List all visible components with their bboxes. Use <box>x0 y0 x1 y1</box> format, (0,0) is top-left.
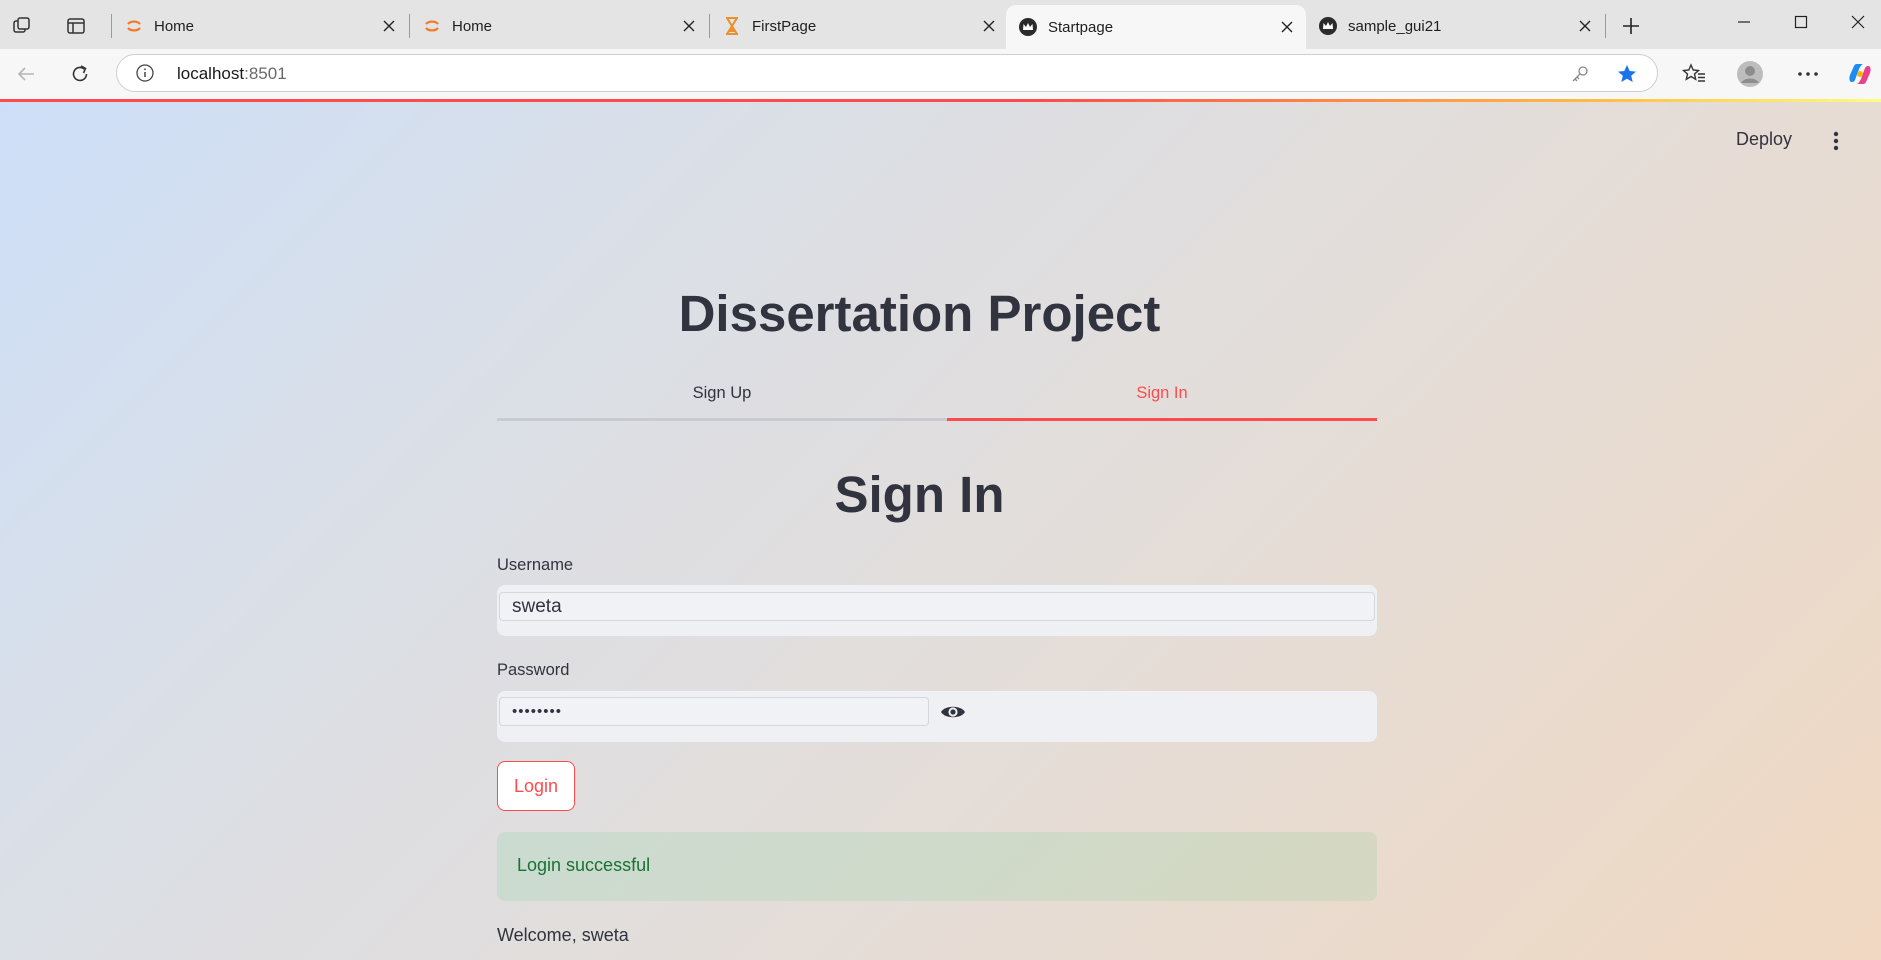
login-button[interactable]: Login <box>497 761 575 811</box>
vertical-tabs-icon[interactable] <box>62 12 90 40</box>
tab-sign-in[interactable]: Sign In <box>947 379 1377 421</box>
header-decoration <box>0 99 1881 102</box>
more-options-icon[interactable] <box>1792 58 1824 90</box>
deploy-button[interactable]: Deploy <box>1736 129 1792 150</box>
close-icon[interactable] <box>980 17 998 35</box>
tab-title: sample_gui21 <box>1348 17 1442 35</box>
close-icon[interactable] <box>680 17 698 35</box>
url-text: localhost:8501 <box>177 64 287 84</box>
success-alert: Login successful <box>497 832 1377 901</box>
url-port: :8501 <box>244 64 287 83</box>
reload-button[interactable] <box>64 58 96 90</box>
tab-label: Sign Up <box>692 384 752 402</box>
favorites-icon[interactable] <box>1678 58 1710 90</box>
address-bar[interactable]: localhost:8501 <box>116 54 1658 92</box>
tab-label: Sign In <box>1136 384 1188 402</box>
tab-sign-up[interactable]: Sign Up <box>497 379 947 421</box>
tab-title: Startpage <box>1048 18 1114 36</box>
browser-tab-startpage[interactable]: Startpage <box>1006 5 1306 49</box>
sign-in-header: Sign In <box>834 466 1005 523</box>
close-window-button[interactable] <box>1838 8 1878 36</box>
browser-tab-sample-gui21[interactable]: sample_gui21 <box>1306 6 1604 46</box>
auth-tabs: Sign Up Sign In <box>497 379 1377 421</box>
profile-avatar-icon[interactable] <box>1734 58 1766 90</box>
browser-tab-home-2[interactable]: Home <box>410 6 708 46</box>
streamlit-crown-icon <box>1018 17 1038 37</box>
tab-title: Home <box>452 17 493 35</box>
favorite-star-icon[interactable] <box>1615 62 1639 86</box>
streamlit-crown-icon <box>1318 16 1338 36</box>
back-button[interactable] <box>10 58 42 90</box>
tab-separator <box>1605 14 1606 38</box>
jupyter-icon <box>124 16 144 36</box>
username-field-container <box>497 585 1377 636</box>
username-field[interactable] <box>499 592 1375 621</box>
browser-toolbar: localhost:8501 <box>0 49 1881 99</box>
browser-tab-home-1[interactable]: Home <box>112 6 408 46</box>
close-icon[interactable] <box>1278 18 1296 36</box>
browser-tabstrip: Home Home FirstPage Startpage sample_gui… <box>0 0 1881 49</box>
jupyter-icon <box>422 16 442 36</box>
minimize-button[interactable] <box>1724 8 1764 36</box>
username-label: Username <box>497 556 574 574</box>
page-title: Dissertation Project <box>678 285 1161 342</box>
password-label: Password <box>497 661 570 679</box>
info-icon[interactable] <box>135 63 155 83</box>
tab-title: Home <box>154 17 195 35</box>
close-icon[interactable] <box>1576 17 1594 35</box>
success-message: Login successful <box>517 855 651 875</box>
url-host: localhost <box>177 64 245 83</box>
new-tab-button[interactable] <box>1617 12 1645 40</box>
password-field[interactable] <box>499 697 929 726</box>
maximize-button[interactable] <box>1781 8 1821 36</box>
tab-title: FirstPage <box>752 17 817 35</box>
welcome-text: Welcome, sweta <box>497 925 629 945</box>
show-password-eye-icon[interactable] <box>939 700 967 724</box>
browser-tab-firstpage[interactable]: FirstPage <box>710 6 1008 46</box>
key-icon[interactable] <box>1569 63 1591 85</box>
password-field-container <box>497 691 1377 742</box>
close-icon[interactable] <box>380 17 398 35</box>
copilot-icon[interactable] <box>1844 58 1876 90</box>
workspaces-icon[interactable] <box>8 12 36 40</box>
main-menu-icon[interactable] <box>1826 127 1846 155</box>
app-page: Deploy Dissertation Project Sign Up Sign… <box>0 99 1881 960</box>
hourglass-icon <box>722 16 742 36</box>
